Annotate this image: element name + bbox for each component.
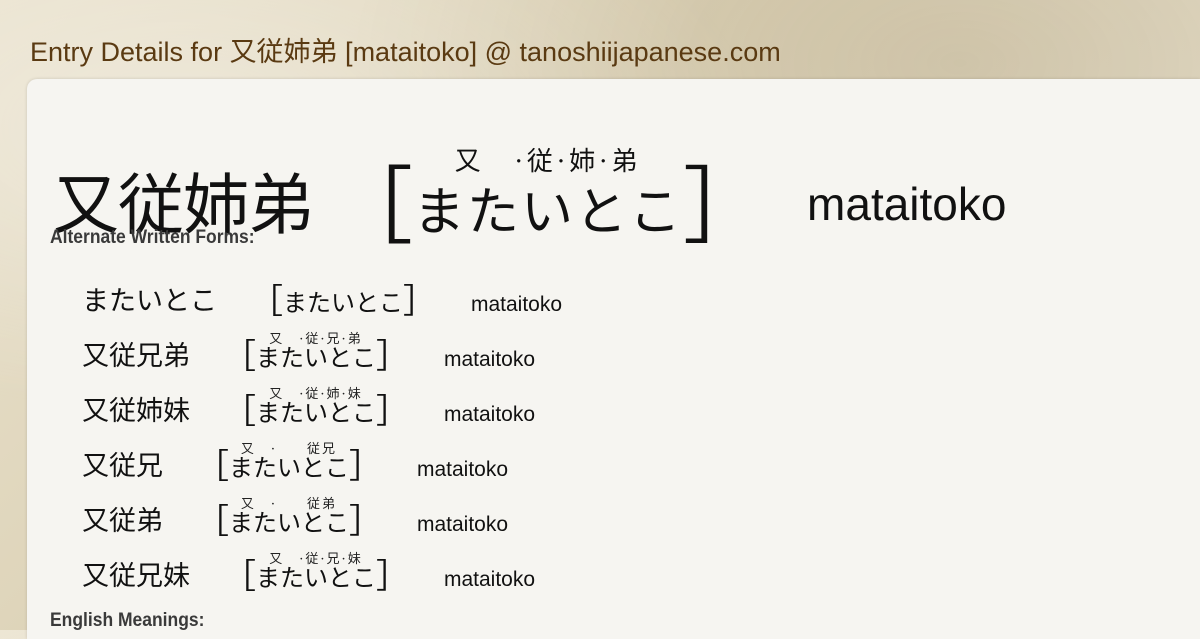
alternate-word: 又従兄妹 [82, 561, 190, 592]
alternate-reading: またいとこ [256, 564, 376, 592]
bracket-open: ［ [195, 502, 229, 542]
entry-card: 又従姉弟 ［ 又 ·従·姉·弟 またいとこ ］ mataitoko Altern… [27, 79, 1200, 639]
alternate-reading: またいとこ [256, 344, 376, 372]
alternate-reading-group: 又 ·従·姉·妹 またいとこ [256, 387, 376, 431]
alternate-furigana: 又 · 従弟 [240, 497, 338, 512]
alternate-reading: またいとこ [283, 289, 403, 317]
bracket-open: ［ [222, 392, 256, 432]
alternate-reading-group: 又 · 従兄 またいとこ [229, 442, 349, 486]
bracket-close: ］ [376, 337, 410, 377]
alternate-form[interactable]: 又従弟 ［ 又 · 従弟 またいとこ ］ mataitoko [82, 486, 562, 541]
entry-reading-group: 又 ·従·姉·弟 またいとこ [413, 147, 683, 239]
bracket-close: ］ [403, 282, 437, 322]
alternate-furigana: 又 ·従·兄·妹 [269, 552, 363, 567]
alternate-reading-group: 又 ·従·兄·妹 またいとこ [256, 552, 376, 596]
bracket-close: ］ [349, 502, 383, 542]
alternate-romaji: mataitoko [417, 458, 509, 481]
alternate-furigana: 又 ·従·姉·妹 [269, 387, 363, 402]
bracket-open: ［ [249, 282, 283, 322]
alternate-reading: またいとこ [229, 454, 349, 482]
alternate-romaji: mataitoko [417, 513, 509, 536]
bracket-close: ］ [683, 158, 768, 256]
alternate-romaji: mataitoko [444, 348, 536, 371]
alternate-furigana: 又 ·従·兄·弟 [269, 332, 363, 347]
alternate-forms-list: またいとこ ［ またいとこ ］ mataitoko 又従兄弟 ［ 又 ·従·兄·… [82, 266, 562, 596]
alternate-romaji: mataitoko [444, 568, 536, 591]
alternate-form[interactable]: 又従兄妹 ［ 又 ·従·兄·妹 またいとこ ］ mataitoko [82, 541, 562, 596]
alternate-form[interactable]: 又従姉妹 ［ 又 ·従·姉·妹 またいとこ ］ mataitoko [82, 376, 562, 431]
alternate-form[interactable]: またいとこ ［ またいとこ ］ mataitoko [82, 266, 562, 321]
page-title: Entry Details for 又従姉弟 [mataitoko] @ tan… [30, 37, 781, 67]
bracket-open: ［ [329, 158, 414, 256]
alternate-furigana: 又 · 従兄 [240, 442, 338, 457]
bracket-close: ］ [376, 557, 410, 597]
alternate-reading: またいとこ [256, 399, 376, 427]
alternate-word: 又従兄 [82, 451, 163, 482]
entry-reading: またいとこ [413, 183, 684, 243]
alternate-form[interactable]: 又従兄弟 ［ 又 ·従·兄·弟 またいとこ ］ mataitoko [82, 321, 562, 376]
alternate-reading-group: 又 · 従弟 またいとこ [229, 497, 349, 541]
alternate-romaji: mataitoko [471, 293, 563, 316]
alternate-reading: またいとこ [229, 509, 349, 537]
alternate-word: またいとこ [82, 286, 217, 317]
alternate-reading-group: またいとこ [283, 291, 403, 321]
bracket-close: ］ [349, 447, 383, 487]
bracket-open: ［ [222, 557, 256, 597]
alternate-word: 又従兄弟 [82, 341, 190, 372]
entry-romaji: mataitoko [807, 178, 1007, 230]
alternate-word: 又従弟 [82, 506, 163, 537]
alternate-word: 又従姉妹 [82, 396, 190, 427]
alternate-romaji: mataitoko [444, 403, 536, 426]
english-meanings-label: English Meanings: [50, 610, 205, 631]
alternate-form[interactable]: 又従兄 ［ 又 · 従兄 またいとこ ］ mataitoko [82, 431, 562, 486]
alternate-reading-group: 又 ·従·兄·弟 またいとこ [256, 332, 376, 376]
bracket-close: ］ [376, 392, 410, 432]
main-entry: 又従姉弟 ［ 又 ·従·姉·弟 またいとこ ］ mataitoko [53, 119, 1007, 249]
bracket-open: ［ [222, 337, 256, 377]
bracket-open: ［ [195, 447, 229, 487]
entry-furigana: 又 ·従·姉·弟 [454, 147, 642, 177]
alternate-forms-label: Alternate Written Forms: [50, 227, 255, 248]
